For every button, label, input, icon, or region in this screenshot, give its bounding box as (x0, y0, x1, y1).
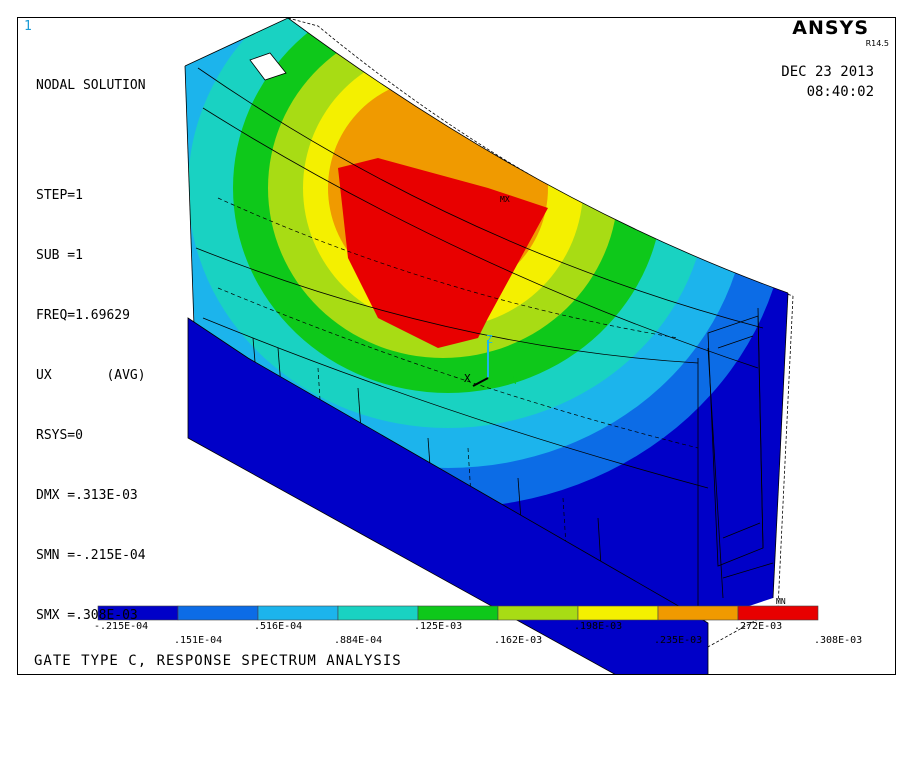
legend-swatch (337, 605, 419, 621)
window-number: 1 (24, 19, 32, 34)
legend-label: .235E-03 (654, 635, 703, 646)
solution-line: FREQ=1.69629 (36, 308, 130, 323)
version-label: R14.5 (865, 39, 889, 48)
graphics-window[interactable]: Z Y X MX MN 1 ANSYS R14.5 DEC 23 2013 08… (17, 17, 896, 675)
legend-swatch (497, 605, 579, 621)
axis-z-label: Z (486, 333, 493, 346)
solution-line: DMX =.313E-03 (36, 488, 138, 503)
legend-swatch (257, 605, 339, 621)
solution-line: SUB =1 (36, 248, 83, 263)
ansys-logo: ANSYS (792, 17, 869, 39)
legend-label: .125E-03 (414, 621, 463, 632)
fea-model-view[interactable]: Z Y X MX MN (18, 18, 896, 675)
axis-y-label: Y (512, 374, 519, 387)
legend-label: .516E-04 (254, 621, 303, 632)
solution-title: NODAL SOLUTION (36, 78, 146, 93)
legend-label: .884E-04 (334, 635, 383, 646)
contour-legend-bar (97, 605, 819, 621)
legend-swatch (737, 605, 819, 621)
legend-label: .151E-04 (174, 635, 223, 646)
solution-line: STEP=1 (36, 188, 83, 203)
solution-line: RSYS=0 (36, 428, 83, 443)
legend-swatch (177, 605, 259, 621)
legend-swatch (657, 605, 739, 621)
legend-swatch (577, 605, 659, 621)
legend-swatch (417, 605, 499, 621)
min-marker: MN (776, 597, 786, 606)
legend-label: .162E-03 (494, 635, 543, 646)
solution-line: UX (AVG) (36, 368, 146, 383)
legend-label: -.215E-04 (94, 621, 149, 632)
plot-caption: GATE TYPE C, RESPONSE SPECTRUM ANALYSIS (34, 653, 402, 669)
legend-label: .272E-03 (734, 621, 783, 632)
max-marker: MX (500, 195, 510, 204)
end-bay (707, 315, 764, 567)
solution-info: NODAL SOLUTION STEP=1 SUB =1 FREQ=1.6962… (36, 36, 146, 666)
time-label: 08:40:02 (806, 84, 874, 100)
legend-label: .198E-03 (574, 621, 623, 632)
axis-x-label: X (464, 372, 471, 385)
legend-label: .308E-03 (814, 635, 863, 646)
solution-line: SMN =-.215E-04 (36, 548, 146, 563)
date-label: DEC 23 2013 (781, 64, 874, 80)
